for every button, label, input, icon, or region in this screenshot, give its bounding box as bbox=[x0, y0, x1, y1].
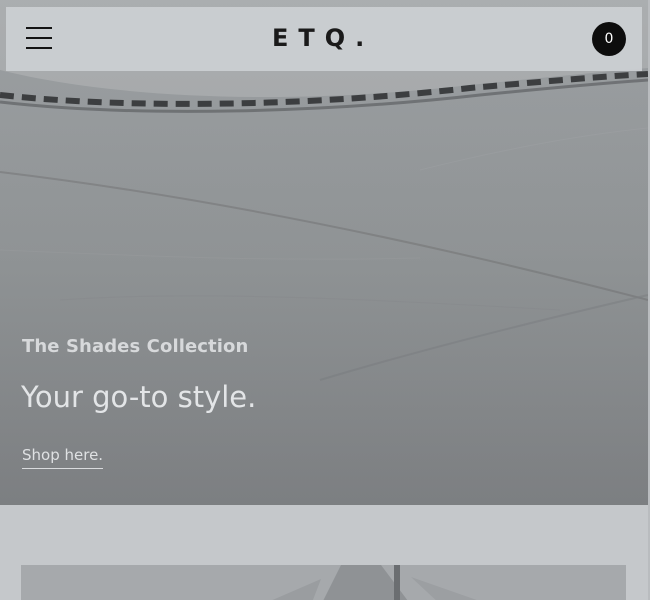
hero-banner: The Shades Collection Your go-to style. … bbox=[0, 0, 648, 505]
product-image-preview[interactable] bbox=[21, 565, 626, 600]
menu-bar-line bbox=[26, 27, 52, 29]
cart-count-button[interactable]: 0 bbox=[592, 22, 626, 56]
hero-overlay bbox=[0, 0, 648, 505]
product-image-graphic bbox=[21, 565, 626, 600]
menu-bar-line bbox=[26, 47, 52, 49]
menu-bar-line bbox=[26, 37, 52, 39]
hamburger-menu-icon[interactable] bbox=[26, 27, 52, 49]
hero-headline: Your go-to style. bbox=[21, 380, 257, 414]
collection-subtitle: The Shades Collection bbox=[22, 336, 249, 357]
brand-logo[interactable]: ETQ. bbox=[272, 24, 374, 52]
shop-here-link[interactable]: Shop here. bbox=[22, 446, 104, 469]
site-header: ETQ. 0 bbox=[6, 7, 642, 71]
